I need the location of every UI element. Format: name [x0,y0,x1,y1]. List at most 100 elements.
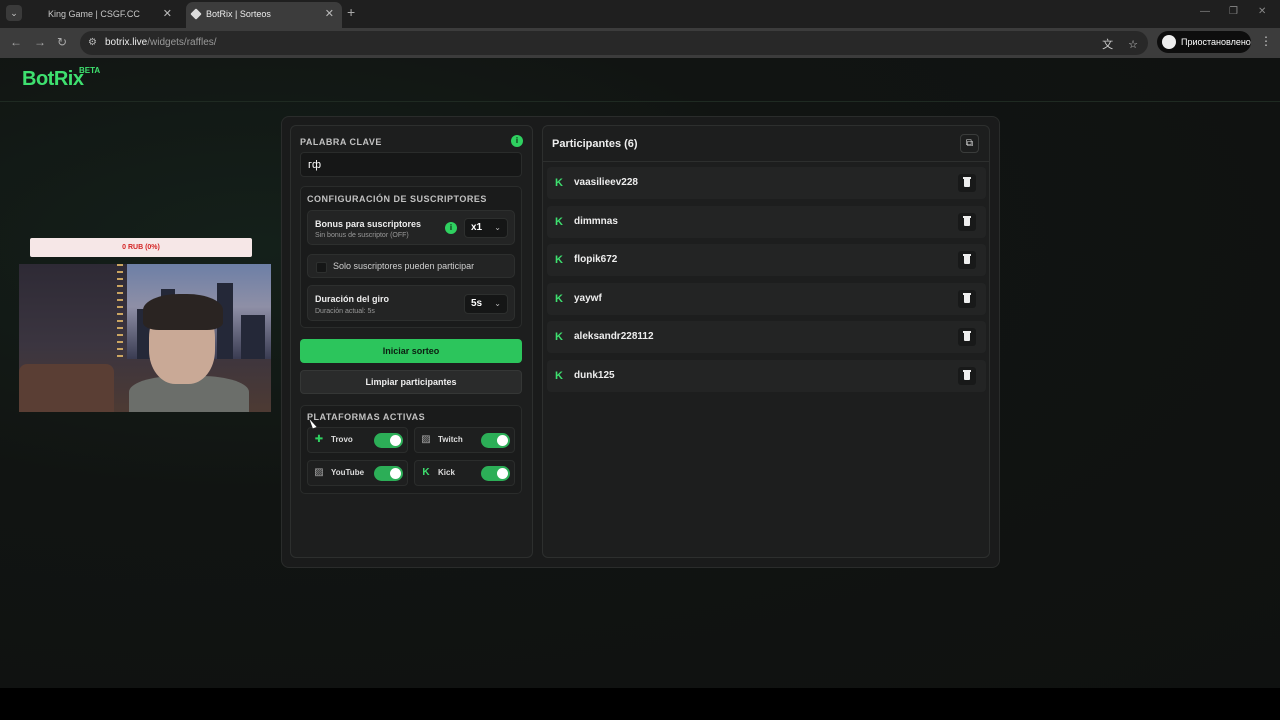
address-bar[interactable]: ⚙ botrix.live/widgets/raffles/ 文 ☆ [80,31,1148,55]
participants-header: Participantes (6) ⧉ [543,126,989,162]
info-icon[interactable]: i [445,222,457,234]
chevron-down-icon: ⌄ [494,299,501,308]
trovo-toggle[interactable] [374,433,403,448]
active-platforms-label: PLATAFORMAS ACTIVAS [307,412,426,422]
kick-icon: K [555,216,563,228]
browser-menu-icon[interactable]: ⋮ [1260,34,1272,48]
new-tab-button[interactable]: + [347,4,355,20]
only-subscribers-row[interactable]: Solo suscriptores pueden participar [307,254,515,278]
spin-duration-value: 5s [471,298,483,309]
trash-icon[interactable] [958,367,976,385]
trash-icon[interactable] [958,290,976,308]
back-icon[interactable]: ← [10,35,22,49]
profile-button[interactable]: Приостановлено [1157,31,1251,53]
subscriber-config-label: CONFIGURACIÓN DE SUSCRIPTORES [307,194,487,204]
platform-trovo: ✚ Trovo [307,427,408,453]
participant-name: aleksandr228112 [574,331,654,342]
trash-icon[interactable] [958,328,976,346]
list-item: K aleksandr228112 [547,321,986,353]
spin-duration-title: Duración del giro [315,294,390,304]
tab-botrix-sorteos[interactable]: BotRix | Sorteos ✕ [186,2,342,28]
list-item: K vaasilieev228 [547,167,986,199]
translate-icon[interactable]: 文 [1102,39,1113,51]
kick-icon: K [555,370,563,382]
participant-name: dimmnas [574,216,618,227]
restore-icon[interactable]: ❐ [1229,6,1238,17]
botrix-favicon-icon [190,8,202,20]
list-item: K flopik672 [547,244,986,276]
subscriber-bonus-row: Bonus para suscriptores Sin bonus de sus… [307,210,515,245]
platform-youtube: ▨ YouTube [307,460,408,486]
reload-icon[interactable]: ↻ [57,35,67,49]
kick-icon: K [555,177,563,189]
chevron-down-icon: ⌄ [494,223,501,232]
webcam-feed [19,264,271,412]
start-raffle-button[interactable]: Iniciar sorteo [300,339,522,363]
streamer-hair [143,294,223,330]
tab-king-game[interactable]: King Game | CSGF.CC ✕ [30,2,180,28]
browser-toolbar: ← → ↻ ⚙ botrix.live/widgets/raffles/ 文 ☆ [0,28,1280,58]
platform-twitch: ▨ Twitch [414,427,515,453]
copy-icon[interactable]: ⧉ [960,134,979,153]
bookmark-star-icon[interactable]: ☆ [1128,39,1138,51]
spin-duration-select[interactable]: 5s ⌄ [464,294,508,314]
avatar [1162,35,1176,49]
browser-tab-bar: ⌄ King Game | CSGF.CC ✕ BotRix | Sorteos… [0,0,1280,28]
close-icon[interactable]: ✕ [163,2,172,26]
botrix-logo[interactable]: BotRix [22,68,84,91]
trash-icon[interactable] [958,174,976,192]
only-subscribers-checkbox[interactable] [316,262,327,273]
platform-name: Trovo [331,435,353,444]
participant-name: dunk125 [574,370,615,381]
keyword-input[interactable] [300,152,522,177]
bonus-multiplier-select[interactable]: x1 ⌄ [464,218,508,238]
minimize-icon[interactable]: — [1200,6,1210,17]
only-subscribers-label: Solo suscriptores pueden participar [333,261,475,271]
platform-name: YouTube [331,468,365,477]
kick-icon: K [422,467,430,478]
platform-name: Twitch [438,435,463,444]
tab-title: King Game | CSGF.CC [48,9,140,19]
info-icon[interactable]: i [511,135,523,147]
site-header: BotRix BETA [0,58,1280,102]
close-icon[interactable]: ✕ [325,2,334,26]
platform-kick: K Kick [414,460,515,486]
forward-icon[interactable]: → [34,35,46,49]
spin-duration-row: Duración del giro Duración actual: 5s 5s… [307,285,515,321]
bonus-status: Sin bonus de suscriptor (OFF) [315,232,409,239]
participant-name: vaasilieev228 [574,177,638,188]
bonus-multiplier-value: x1 [471,222,483,233]
site-info-icon[interactable]: ⚙ [88,37,97,48]
kick-icon: K [555,331,563,343]
clear-participants-button[interactable]: Limpiar participantes [300,370,522,394]
youtube-toggle[interactable] [374,466,403,481]
tab-search-button[interactable]: ⌄ [6,5,22,21]
twitch-icon: ▨ [421,434,431,445]
donation-progress-bar: 0 RUB (0%) [30,238,252,257]
profile-status: Приостановлено [1181,37,1251,47]
platform-name: Kick [438,468,455,477]
beta-badge: BETA [79,66,101,75]
trovo-icon: ✚ [314,434,324,445]
kick-icon: K [555,293,563,305]
url-text: botrix.live/widgets/raffles/ [105,37,217,48]
twitch-toggle[interactable] [481,433,510,448]
participant-name: yaywf [574,293,602,304]
participants-title: Participantes (6) [552,138,638,150]
screen-bottom-bar [0,688,1280,720]
participant-name: flopik672 [574,254,618,265]
list-item: K dunk125 [547,360,986,392]
keyword-label: PALABRA CLAVE [300,137,382,147]
trash-icon[interactable] [958,213,976,231]
youtube-icon: ▨ [314,467,324,478]
bonus-title: Bonus para suscriptores [315,219,422,229]
tab-title: BotRix | Sorteos [206,9,271,19]
kick-icon: K [555,254,563,266]
trash-icon[interactable] [958,251,976,269]
spin-duration-current: Duración actual: 5s [315,308,375,315]
window-close-icon[interactable]: ✕ [1258,6,1266,17]
sofa [19,364,114,412]
list-item: K dimmnas [547,206,986,238]
kick-toggle[interactable] [481,466,510,481]
string-lights [117,264,123,359]
